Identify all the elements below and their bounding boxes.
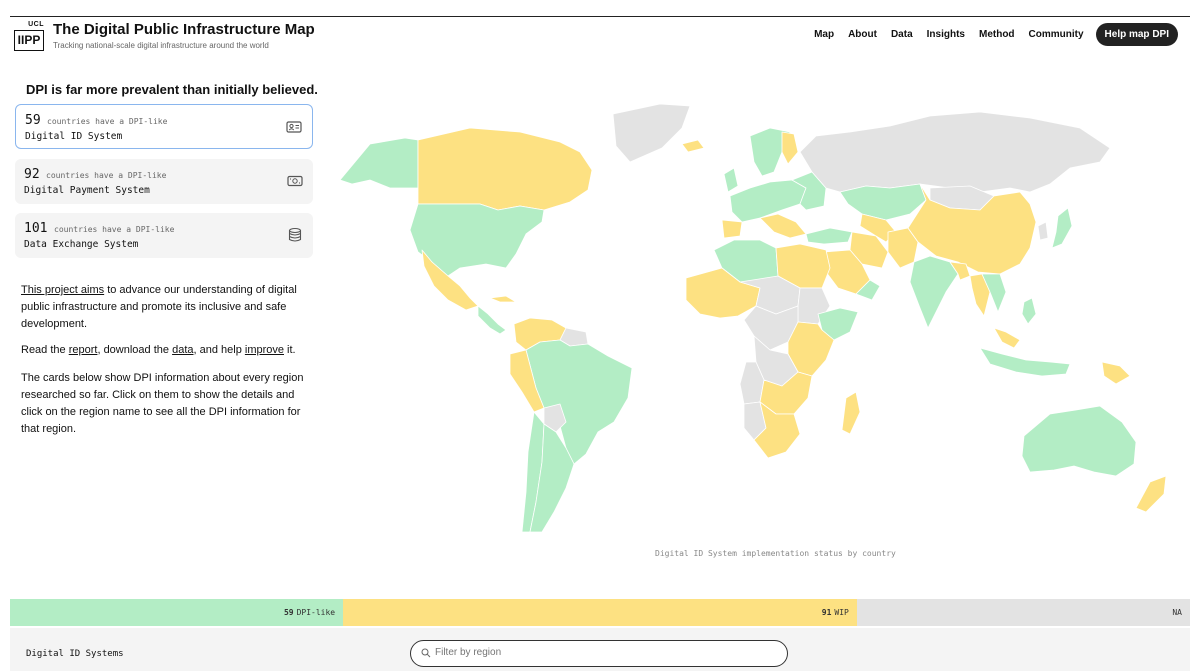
country-korea[interactable] — [1037, 221, 1049, 241]
read-text: Read the — [21, 344, 69, 356]
country-indonesia[interactable] — [979, 347, 1071, 377]
country-canada[interactable] — [417, 127, 593, 211]
country-turkey[interactable] — [805, 227, 853, 245]
status-bar: 59 DPI-like 91 WIP NA — [10, 599, 1190, 626]
cards-explainer: The cards below show DPI information abo… — [21, 372, 304, 435]
read-text: it. — [284, 344, 296, 356]
status-label: DPI-like — [296, 608, 336, 617]
intro-paragraph: This project aims to advance our underst… — [21, 282, 316, 333]
country-cuba[interactable] — [489, 295, 517, 303]
read-paragraph: Read the report, download the data, and … — [21, 342, 316, 359]
payment-icon — [287, 175, 303, 187]
country-india[interactable] — [909, 255, 959, 329]
country-russia[interactable] — [799, 111, 1111, 193]
card-prefix: countries have a DPI-like — [47, 117, 168, 126]
nav-community[interactable]: Community — [1029, 29, 1084, 40]
country-iberia[interactable] — [721, 219, 743, 239]
country-central-america[interactable] — [477, 305, 507, 335]
country-australia[interactable] — [1021, 405, 1137, 477]
headline: DPI is far more prevalent than initially… — [26, 82, 318, 97]
status-count: 91 — [821, 608, 832, 617]
country-madagascar[interactable] — [841, 391, 861, 435]
status-label: WIP — [834, 608, 849, 617]
world-map[interactable] — [330, 92, 1190, 547]
country-alaska[interactable] — [339, 137, 419, 189]
logo-ucl: UCL — [28, 21, 44, 28]
card-data-exchange[interactable]: 101 countries have a DPI-like Data Excha… — [15, 213, 313, 258]
country-malaysia[interactable] — [993, 327, 1021, 349]
status-count: 59 — [283, 608, 294, 617]
improve-link[interactable]: improve — [245, 344, 284, 356]
site-title[interactable]: The Digital Public Infrastructure Map — [53, 21, 315, 38]
country-papua-new-guinea[interactable] — [1101, 361, 1131, 385]
status-wip[interactable]: 91 WIP — [343, 599, 857, 626]
card-digital-id[interactable]: 59 countries have a DPI-like Digital ID … — [15, 104, 313, 149]
country-iceland[interactable] — [681, 139, 705, 153]
nav-insights[interactable]: Insights — [927, 29, 965, 40]
country-italy-balkans[interactable] — [759, 213, 807, 239]
data-link[interactable]: data — [172, 344, 193, 356]
card-name: Digital Payment System — [24, 185, 150, 196]
country-western-europe[interactable] — [729, 179, 807, 223]
report-link[interactable]: report — [69, 344, 98, 356]
filter-input[interactable] — [433, 646, 777, 659]
card-name: Data Exchange System — [24, 239, 139, 250]
help-map-dpi-button[interactable]: Help map DPI — [1095, 23, 1178, 46]
country-philippines[interactable] — [1021, 297, 1037, 325]
card-prefix: countries have a DPI-like — [46, 171, 167, 180]
country-greenland[interactable] — [612, 103, 691, 163]
read-text: , download the — [97, 344, 173, 356]
card-count: 59 — [25, 113, 41, 128]
status-label: NA — [1172, 608, 1182, 617]
card-prefix: countries have a DPI-like — [54, 225, 175, 234]
country-new-zealand[interactable] — [1135, 475, 1167, 513]
country-kazakhstan[interactable] — [839, 183, 927, 221]
nav-data[interactable]: Data — [891, 29, 913, 40]
main-nav: Map About Data Insights Method Community… — [800, 23, 1178, 46]
card-digital-payment[interactable]: 92 countries have a DPI-like Digital Pay… — [15, 159, 313, 204]
id-card-icon — [286, 121, 302, 133]
database-icon — [288, 227, 302, 242]
nav-method[interactable]: Method — [979, 29, 1015, 40]
search-icon — [421, 648, 431, 658]
site-subtitle: Tracking national-scale digital infrastr… — [53, 41, 269, 50]
site-header: UCL IIPP The Digital Public Infrastructu… — [0, 17, 1200, 57]
country-uk[interactable] — [723, 167, 739, 193]
status-dpi-like[interactable]: 59 DPI-like — [10, 599, 344, 626]
logo-iipp: IIPP — [14, 30, 44, 51]
section-title: Digital ID Systems — [26, 649, 124, 659]
status-na[interactable]: NA — [856, 599, 1190, 626]
country-japan[interactable] — [1051, 207, 1073, 249]
nav-map[interactable]: Map — [814, 29, 834, 40]
region-filter[interactable] — [410, 640, 788, 667]
read-text: , and help — [193, 344, 245, 356]
card-name: Digital ID System — [25, 131, 123, 142]
nav-about[interactable]: About — [848, 29, 877, 40]
country-finland[interactable] — [781, 131, 799, 165]
region-list-panel: Digital ID Systems — [10, 628, 1190, 671]
iipp-logo[interactable]: UCL IIPP — [14, 21, 44, 51]
card-count: 92 — [24, 167, 40, 182]
card-count: 101 — [24, 221, 48, 236]
project-aims-link[interactable]: This project aims — [21, 284, 104, 296]
map-caption: Digital ID System implementation status … — [655, 549, 896, 558]
